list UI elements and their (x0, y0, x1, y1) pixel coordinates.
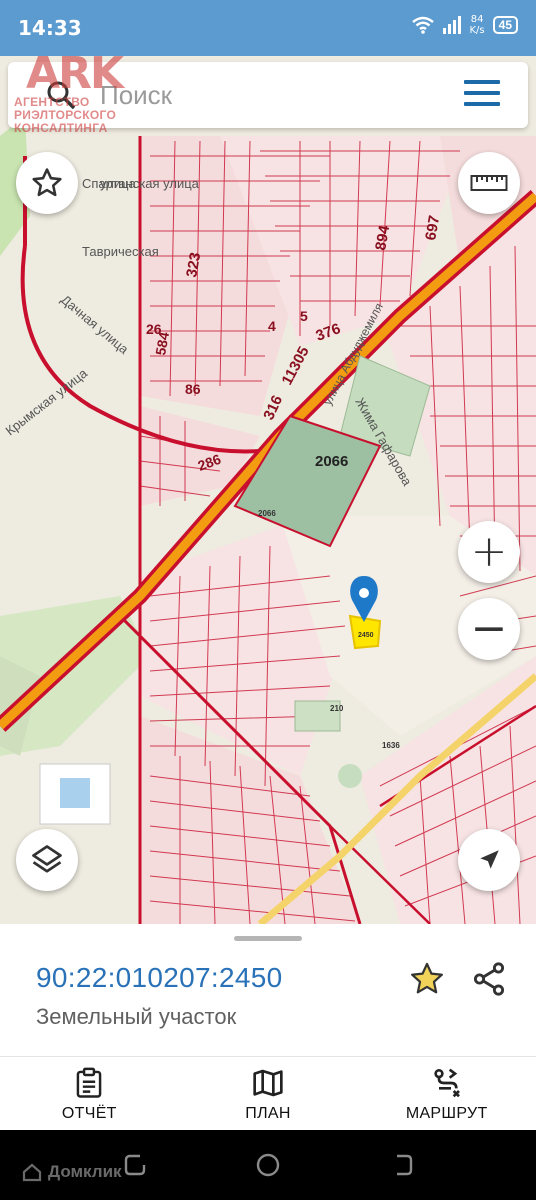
tab-label: ОТЧЁТ (61, 1105, 117, 1122)
wifi-icon (411, 16, 434, 34)
favorite-star-icon[interactable] (408, 960, 446, 998)
locate-button[interactable] (458, 829, 520, 891)
house-icon (22, 1163, 42, 1182)
minus-icon: − (470, 603, 508, 654)
domclick-badge: Домклик (22, 1162, 122, 1182)
parcel-label: 26 (146, 321, 162, 337)
parcel-label: 2066 (258, 509, 276, 518)
layers-button[interactable] (16, 829, 78, 891)
layers-icon (32, 845, 62, 873)
parcel-type: Земельный участок (36, 1004, 237, 1029)
street-label-2: улица (100, 176, 137, 191)
star-outline-icon (32, 168, 62, 197)
watermark-logo: ARK (26, 48, 124, 99)
route-icon (434, 1068, 460, 1098)
watermark-line: КОНСАЛТИНГА (14, 121, 108, 135)
parcel-label: 86 (185, 381, 201, 397)
tab-plan[interactable]: ПЛАН (179, 1057, 358, 1130)
zoom-out-button[interactable]: − (458, 598, 520, 660)
signal-icon (442, 16, 461, 34)
navigation-arrow-icon (480, 850, 499, 869)
map-canvas[interactable]: Спартанская улица улица Тавричеcкая Дачн… (0, 56, 536, 924)
drag-handle[interactable] (234, 936, 302, 941)
status-icons: 84 K/s 45 (411, 14, 518, 36)
street-label-3: Тавричеcкая (82, 244, 159, 259)
selected-parcel-label: 2450 (358, 632, 374, 639)
bottom-tab-bar: ОТЧЁТ ПЛАН МАРШРУТ (0, 1056, 536, 1130)
cadastral-number[interactable]: 90:22:010207:2450 (36, 962, 282, 994)
parcel-label: 210 (330, 704, 344, 713)
parcel-label: 2066 (315, 453, 348, 470)
domclick-label: Домклик (48, 1162, 122, 1181)
tab-report[interactable]: ОТЧЁТ (0, 1057, 179, 1130)
favorites-button[interactable] (16, 152, 78, 214)
share-icon[interactable] (470, 960, 508, 998)
plus-icon: + (470, 526, 508, 577)
ruler-icon (470, 175, 508, 191)
recents-icon[interactable] (122, 1152, 148, 1178)
network-speed-unit: K/s (469, 25, 485, 36)
back-icon[interactable] (389, 1152, 415, 1178)
tab-label: ПЛАН (245, 1105, 291, 1122)
zoom-in-button[interactable]: + (458, 521, 520, 583)
ruler-button[interactable] (458, 152, 520, 214)
map-icon (253, 1069, 283, 1097)
system-nav-bar: Домклик (0, 1130, 536, 1200)
network-speed-value: 84 (470, 14, 484, 25)
agency-watermark: ARK АГЕНТСТВО РИЭЛТОРСКОГО КОНСАЛТИНГА (14, 48, 124, 135)
hamburger-menu-icon[interactable] (464, 80, 500, 108)
clipboard-icon (77, 1067, 102, 1098)
home-icon[interactable] (255, 1152, 281, 1178)
parcel-label: 5 (300, 308, 308, 324)
parcel-info-sheet[interactable]: 90:22:010207:2450 Земельный участок (0, 924, 536, 1056)
tab-route[interactable]: МАРШРУТ (357, 1057, 536, 1130)
status-time: 14:33 (18, 16, 82, 40)
parcel-label: 1636 (382, 741, 400, 750)
network-speed: 84 K/s (470, 14, 485, 36)
battery-indicator: 45 (492, 16, 518, 34)
cadastral-map[interactable]: Спартанская улица улица Тавричеcкая Дачн… (0, 56, 536, 924)
tab-label: МАРШРУТ (405, 1105, 488, 1122)
parcel-label: 4 (268, 318, 276, 334)
